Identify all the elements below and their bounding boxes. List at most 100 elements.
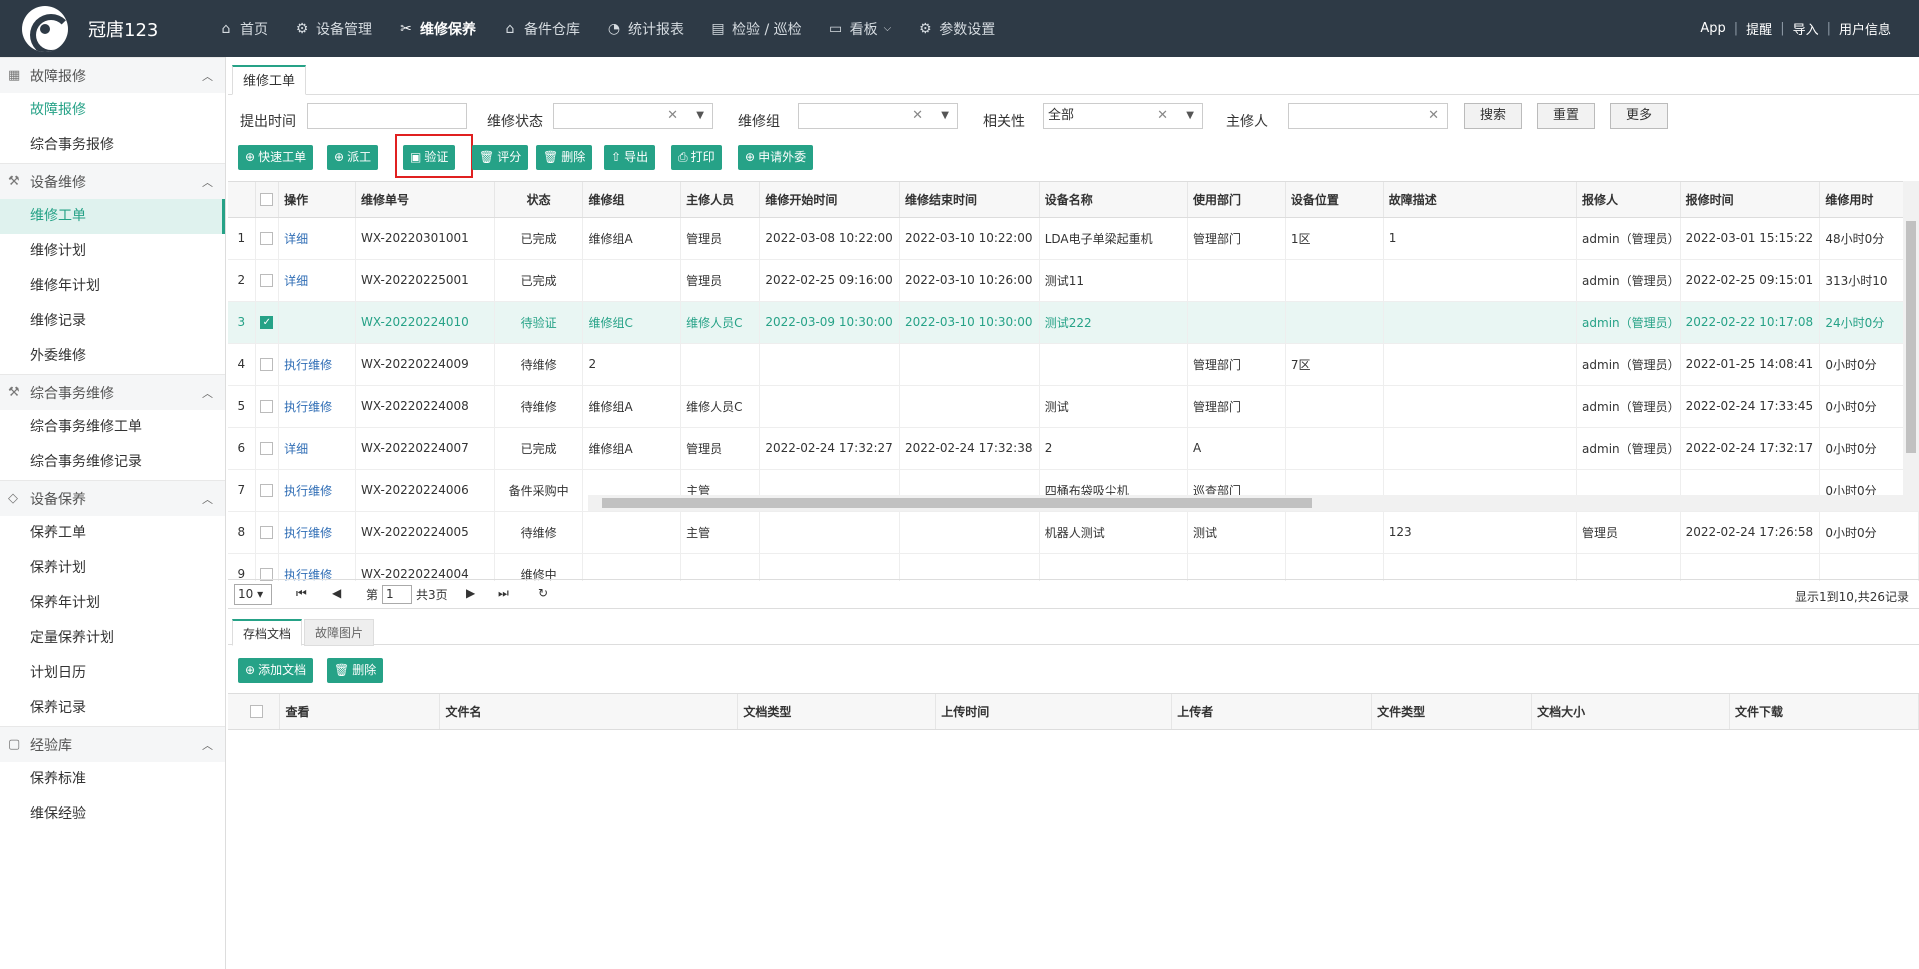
vertical-scrollbar[interactable] — [1903, 181, 1919, 511]
table-row[interactable]: 5 执行维修 WX-20220224008 待维修 维修组A 维修人员C 测试 管理部门 adm… — [228, 385, 1919, 428]
page-input[interactable]: 1 — [382, 585, 412, 604]
remind-link[interactable]: 提醒 — [1738, 19, 1780, 38]
clear-icon[interactable]: ✕ — [912, 104, 923, 128]
nav-item-5[interactable]: ▤ 检验 / 巡检 — [697, 0, 815, 57]
delete-doc-button[interactable]: 🗑 删除 — [327, 658, 384, 683]
clear-icon[interactable]: ✕ — [667, 104, 678, 128]
doc-column-header[interactable]: 上传者 — [1171, 694, 1373, 730]
app-link[interactable]: App — [1692, 21, 1733, 36]
outsource-button[interactable]: ⊕ 申请外委 — [738, 145, 814, 170]
op-link[interactable]: 执行维修 — [284, 484, 332, 498]
sidebar-item[interactable]: 综合事务维修记录 — [0, 445, 225, 480]
sidebar-item[interactable]: 维修记录 — [0, 304, 225, 339]
repair-group-select[interactable]: ✕ ▼ — [798, 103, 958, 129]
print-button[interactable]: ⎙ 打印 — [671, 145, 722, 170]
doc-column-header[interactable]: 查看 — [279, 694, 441, 730]
relevance-select[interactable]: 全部 ✕ ▼ — [1043, 103, 1203, 129]
sidebar-item[interactable]: 维修计划 — [0, 234, 225, 269]
column-header[interactable]: 设备名称 — [1039, 182, 1189, 218]
sidebar-item[interactable]: 保养标准 — [0, 762, 225, 797]
nav-item-2[interactable]: ✂ 维修保养 — [385, 0, 489, 57]
chevron-up-icon[interactable]: ︿ — [202, 491, 213, 507]
op-link[interactable]: 执行维修 — [284, 358, 332, 372]
row-checkbox[interactable] — [260, 442, 274, 455]
doc-column-header[interactable]: 文件下载 — [1729, 694, 1919, 730]
doc-column-header[interactable]: 上传时间 — [935, 694, 1173, 730]
prev-page-icon[interactable]: ◀ — [332, 586, 341, 600]
last-page-icon[interactable]: ⏭ — [498, 586, 509, 601]
rate-button[interactable]: 🗑 评分 — [472, 145, 529, 170]
sidebar-section-1[interactable]: ⚒ 设备维修 ︿ — [0, 163, 225, 199]
chevron-down-icon[interactable]: ▼ — [1186, 104, 1194, 128]
table-row[interactable]: 3 ✓ WX-20220224010 待验证 维修组C 维修人员C 2022-03-09 1… — [228, 301, 1919, 344]
column-header[interactable]: 维修开始时间 — [759, 182, 901, 218]
sidebar-item[interactable]: 保养工单 — [0, 516, 225, 551]
nav-item-3[interactable]: ⌂ 备件仓库 — [489, 0, 593, 57]
doc-column-header[interactable]: 文档大小 — [1531, 694, 1731, 730]
sidebar-section-0[interactable]: ▦ 故障报修 ︿ — [0, 57, 225, 93]
doc-column-header[interactable]: 文件类型 — [1371, 694, 1533, 730]
nav-item-1[interactable]: ⚙ 设备管理 — [281, 0, 385, 57]
row-checkbox[interactable] — [260, 484, 274, 497]
sidebar-item[interactable]: 保养记录 — [0, 691, 225, 726]
tab-archive-docs[interactable]: 存档文档 — [232, 619, 303, 646]
sidebar-item[interactable]: 保养计划 — [0, 551, 225, 586]
horizontal-scrollbar[interactable] — [588, 495, 1919, 511]
row-checkbox[interactable] — [260, 274, 274, 287]
table-row[interactable]: 1 详细 WX-20220301001 已完成 维修组A 管理员 2022-03-08 10… — [228, 217, 1919, 260]
chevron-up-icon[interactable]: ︿ — [202, 68, 213, 84]
sidebar-section-3[interactable]: ◇ 设备保养 ︿ — [0, 480, 225, 516]
op-link[interactable]: 详细 — [284, 232, 308, 246]
table-row[interactable]: 8 执行维修 WX-20220224005 待维修 主管 机器人测试 测试 123 管理员 202… — [228, 511, 1919, 554]
select-all-checkbox[interactable] — [260, 193, 274, 207]
column-header[interactable]: 状态 — [494, 182, 584, 218]
sidebar-item[interactable]: 保养年计划 — [0, 586, 225, 621]
chevron-up-icon[interactable]: ︿ — [202, 737, 213, 753]
submit-time-input[interactable] — [307, 103, 467, 129]
repair-status-select[interactable]: ✕ ▼ — [553, 103, 713, 129]
column-header[interactable]: 维修组 — [582, 182, 682, 218]
reset-button[interactable]: 重置 — [1537, 103, 1595, 129]
column-header[interactable]: 故障描述 — [1383, 182, 1578, 218]
tab-fault-images[interactable]: 故障图片 — [304, 619, 375, 646]
select-all-docs-checkbox[interactable] — [249, 705, 263, 719]
nav-item-6[interactable]: ▭ 看板 ⌵ — [815, 0, 905, 57]
main-repairer-input[interactable]: ✕ — [1288, 103, 1448, 129]
sidebar-item[interactable]: 维修工单 — [0, 199, 225, 234]
doc-column-header[interactable]: 文件名 — [439, 694, 739, 730]
chevron-down-icon[interactable]: ▼ — [696, 104, 704, 128]
column-header[interactable]: 主修人员 — [680, 182, 761, 218]
more-button[interactable]: 更多 — [1610, 103, 1668, 129]
sidebar-item[interactable]: 外委维修 — [0, 339, 225, 374]
column-header[interactable]: 维修结束时间 — [899, 182, 1040, 218]
export-button[interactable]: ⇧ 导出 — [604, 145, 656, 170]
chevron-down-icon[interactable]: ▼ — [941, 104, 949, 128]
column-header[interactable]: 使用部门 — [1187, 182, 1286, 218]
row-checkbox[interactable] — [260, 526, 274, 539]
add-doc-button[interactable]: ⊕ 添加文档 — [238, 658, 314, 683]
op-link[interactable]: 执行维修 — [284, 526, 332, 540]
row-checkbox[interactable]: ✓ — [260, 316, 274, 329]
refresh-icon[interactable]: ↻ — [538, 586, 548, 600]
table-row[interactable]: 4 执行维修 WX-20220224009 待维修 2 管理部门 7区 admin（管理员） 2… — [228, 343, 1919, 386]
sidebar-item[interactable]: 综合事务报修 — [0, 128, 225, 163]
nav-item-0[interactable]: ⌂ 首页 — [205, 0, 281, 57]
chevron-up-icon[interactable]: ︿ — [202, 385, 213, 401]
quick-order-button[interactable]: ⊕ 快速工单 — [238, 145, 314, 170]
sidebar-item[interactable]: 维修年计划 — [0, 269, 225, 304]
delete-button[interactable]: 🗑 删除 — [536, 145, 593, 170]
column-header[interactable]: 报修人 — [1576, 182, 1681, 218]
row-checkbox[interactable] — [260, 358, 274, 371]
tab-repair-work-order[interactable]: 维修工单 — [232, 65, 307, 95]
logo[interactable]: 冠唐123 — [0, 0, 205, 57]
user-info-link[interactable]: 用户信息 — [1831, 19, 1899, 38]
table-row[interactable]: 6 详细 WX-20220224007 已完成 维修组A 管理员 2022-02-24 17… — [228, 427, 1919, 470]
nav-item-4[interactable]: ◔ 统计报表 — [593, 0, 697, 57]
op-link[interactable]: 详细 — [284, 442, 308, 456]
column-header[interactable]: 操作 — [278, 182, 356, 218]
sidebar-item[interactable]: 计划日历 — [0, 656, 225, 691]
clear-icon[interactable]: ✕ — [1428, 104, 1439, 128]
table-row[interactable]: 2 详细 WX-20220225001 已完成 管理员 2022-02-25 09:16:… — [228, 259, 1919, 302]
doc-column-header[interactable]: 文档类型 — [737, 694, 937, 730]
next-page-icon[interactable]: ▶ — [466, 586, 475, 600]
